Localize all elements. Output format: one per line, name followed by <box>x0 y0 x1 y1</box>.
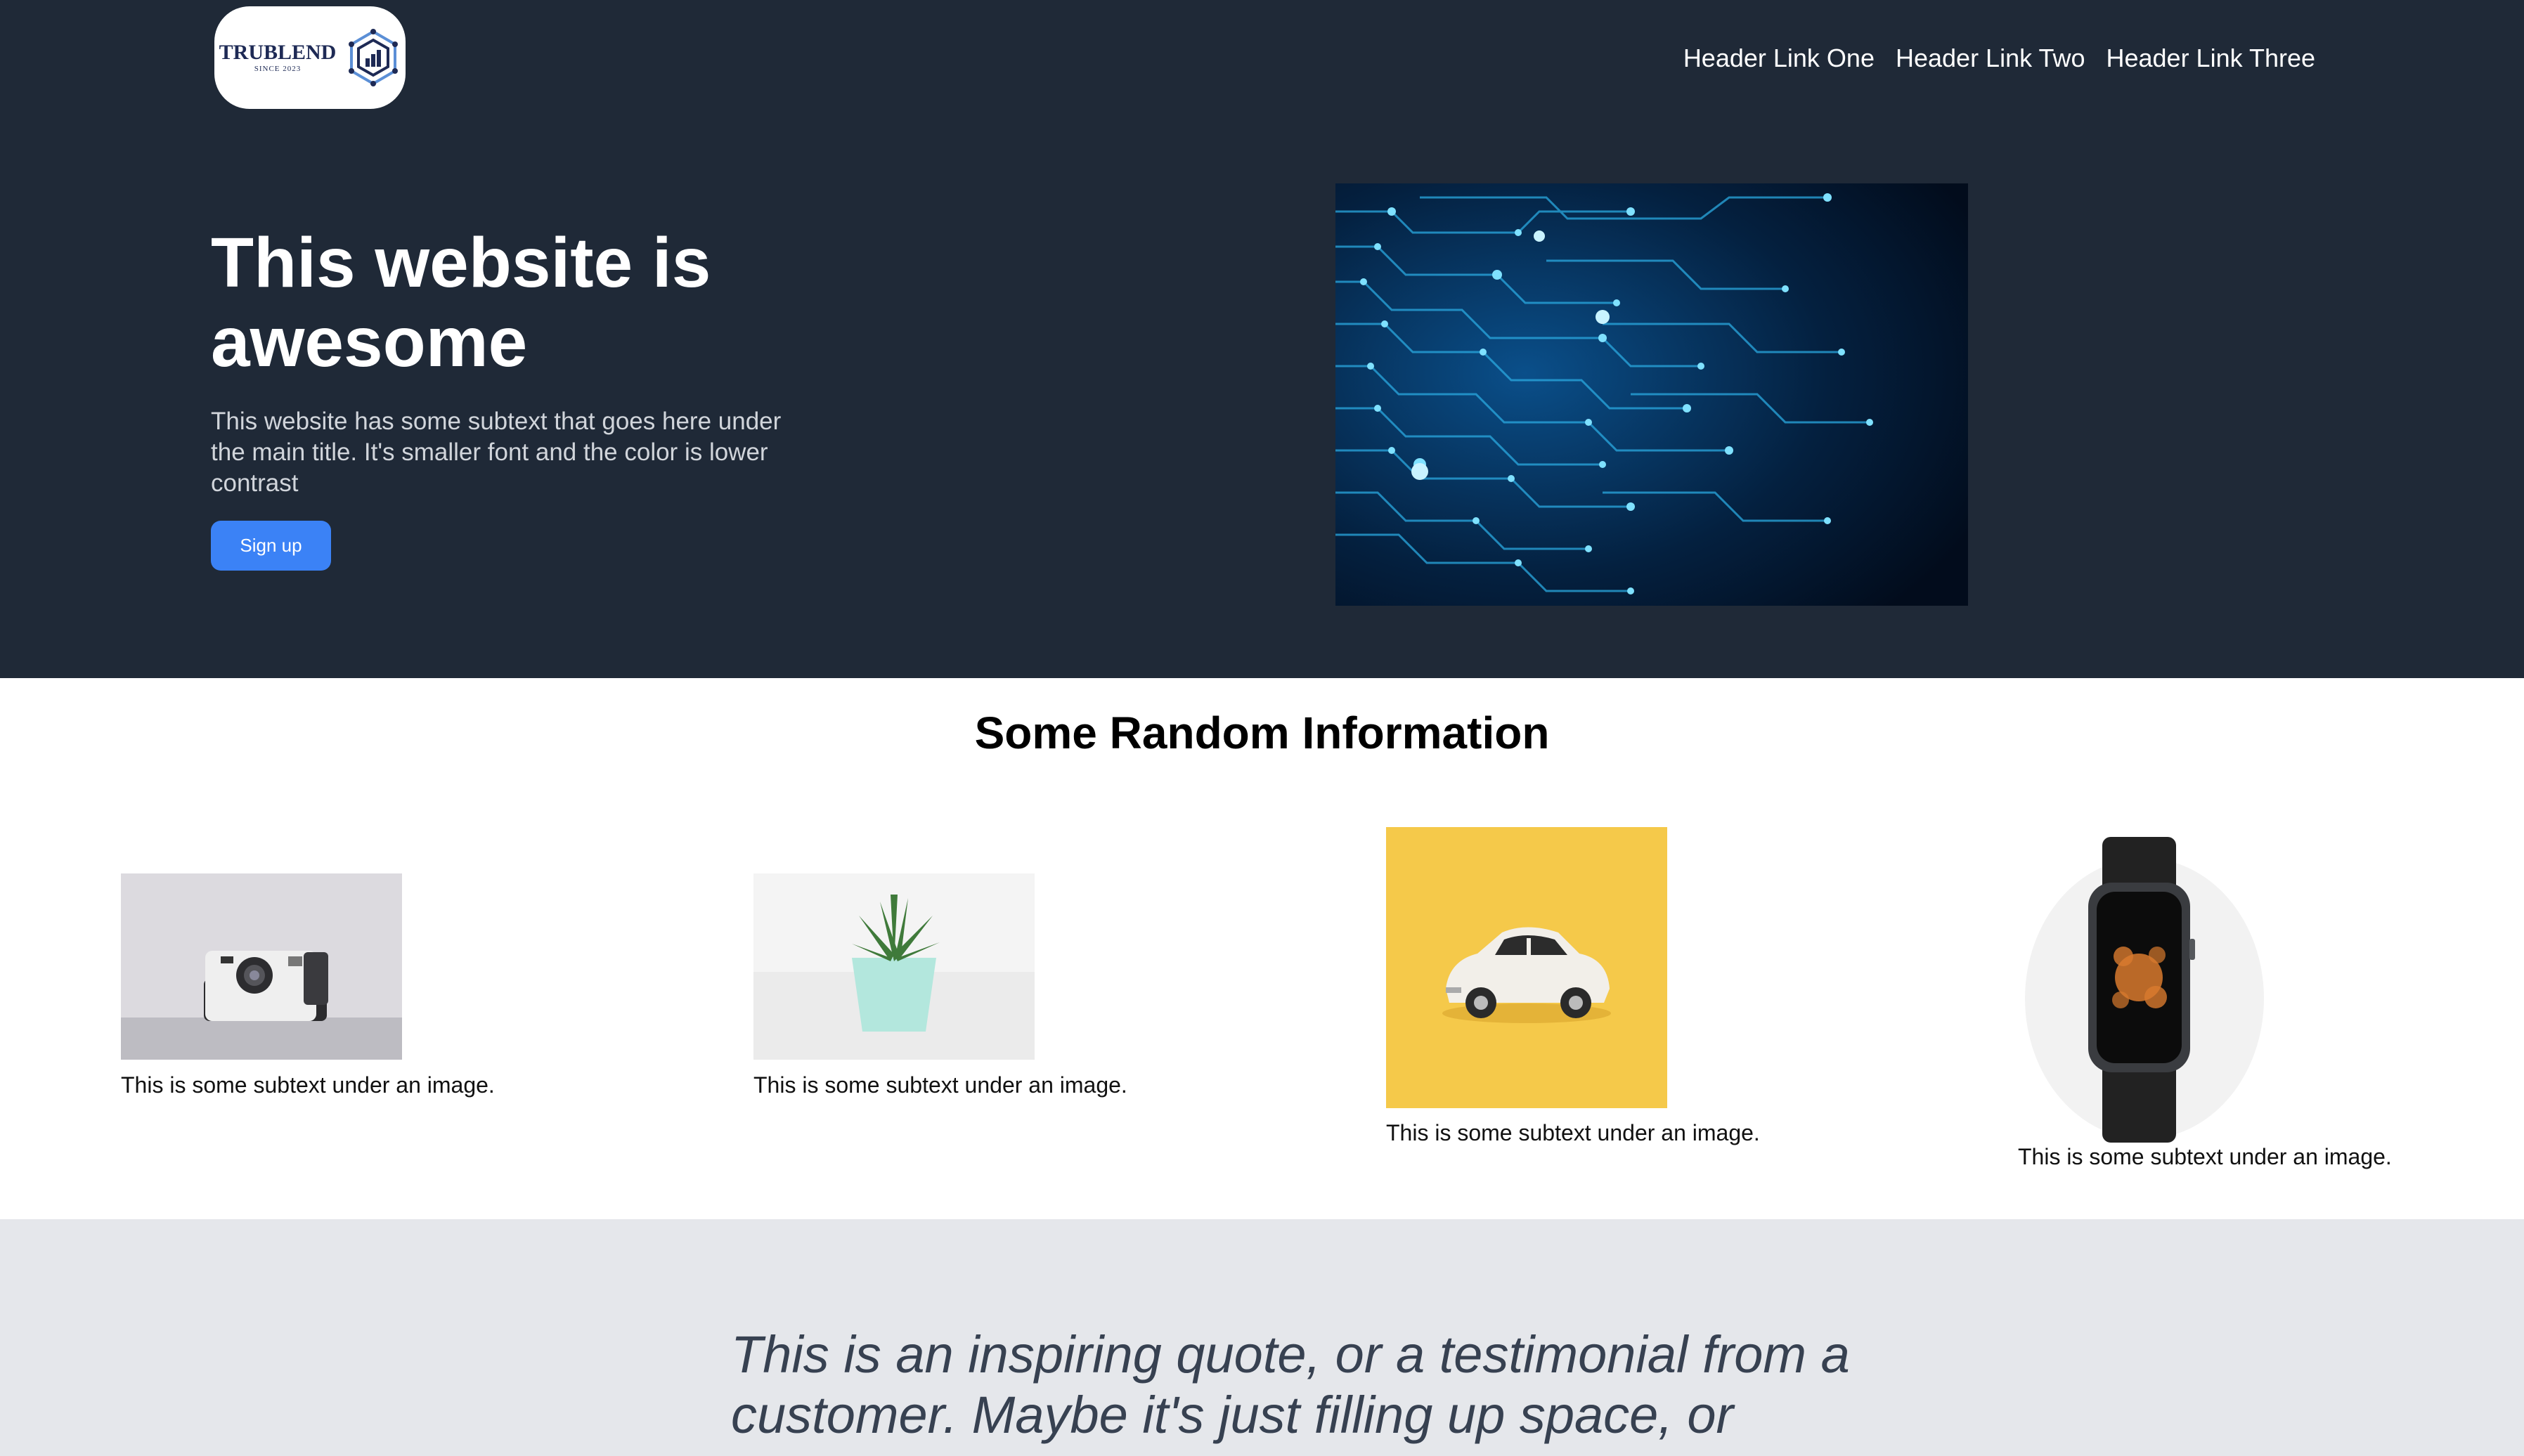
info-card: This is some subtext under an image. <box>753 873 1147 1098</box>
card-image <box>2018 837 2299 1143</box>
quote-section: This is an inspiring quote, or a testimo… <box>0 1219 2524 1456</box>
header-nav: Header Link One Header Link Two Header L… <box>1683 42 2315 74</box>
card-caption: This is some subtext under an image. <box>1386 1120 1760 1145</box>
logo-name: TRUBLEND <box>219 41 337 64</box>
card-caption: This is some subtext under an image. <box>2018 1144 2392 1169</box>
nav-link-three[interactable]: Header Link Three <box>2106 42 2315 74</box>
info-card: This is some subtext under an image. <box>1386 827 1780 1145</box>
card-image <box>1386 827 1667 1108</box>
hero-subtitle: This website has some subtext that goes … <box>211 408 782 497</box>
brand-logo[interactable]: TRUBLEND SINCE 2023 <box>214 6 406 109</box>
hero-section: TRUBLEND SINCE 2023 Header Link One Head… <box>0 0 2524 678</box>
card-caption: This is some subtext under an image. <box>753 1072 1127 1098</box>
hexagon-chart-icon <box>349 29 399 86</box>
logo-tagline: SINCE 2023 <box>254 65 302 73</box>
hero-title: This website is awesome <box>211 223 711 382</box>
nav-link-one[interactable]: Header Link One <box>1683 42 1875 74</box>
card-image <box>753 873 1035 1060</box>
signup-button[interactable]: Sign up <box>211 521 331 571</box>
circuit-board-image <box>1335 183 1968 606</box>
info-section: Some Random Information This is some sub… <box>0 678 2524 1219</box>
testimonial-quote: This is an inspiring quote, or a testimo… <box>731 1325 1850 1444</box>
card-image <box>121 873 402 1060</box>
nav-link-two[interactable]: Header Link Two <box>1896 42 2085 74</box>
card-caption: This is some subtext under an image. <box>121 1072 495 1098</box>
info-title: Some Random Information <box>974 708 1550 758</box>
info-card: This is some subtext under an image. <box>2018 837 2412 1169</box>
info-card: This is some subtext under an image. <box>121 873 514 1098</box>
